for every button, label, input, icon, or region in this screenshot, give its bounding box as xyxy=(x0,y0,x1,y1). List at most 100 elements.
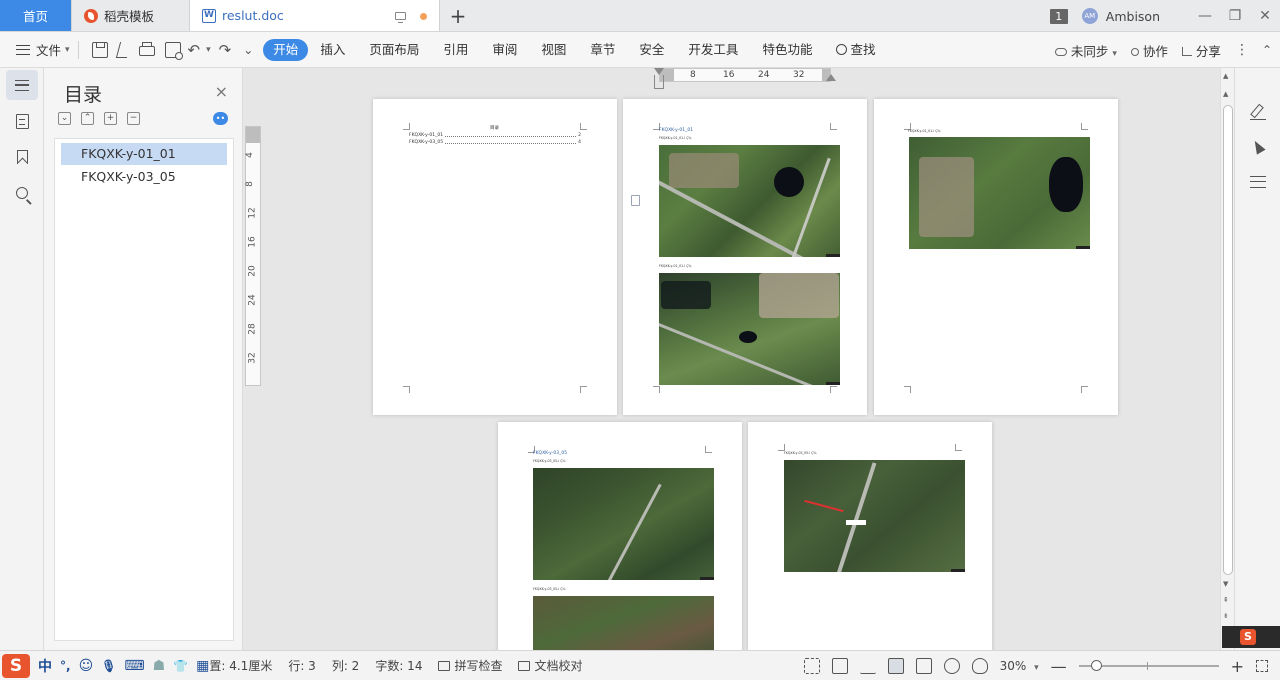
scrollbar-thumb[interactable] xyxy=(1223,105,1233,575)
remove-heading-icon[interactable]: − xyxy=(127,112,140,125)
smart-toc-icon[interactable]: •• xyxy=(213,112,228,125)
zoom-out-button[interactable]: — xyxy=(1051,657,1067,676)
user-icon[interactable]: ☗ xyxy=(153,658,166,674)
microphone-icon[interactable]: 🎙 xyxy=(101,659,116,673)
restore-button[interactable]: ❐ xyxy=(1220,8,1250,24)
print-preview-icon[interactable] xyxy=(164,41,183,60)
satellite-image[interactable] xyxy=(784,460,965,572)
menu-developer[interactable]: 开发工具 xyxy=(676,39,750,61)
add-heading-icon[interactable]: + xyxy=(104,112,117,125)
toc-item[interactable]: FKQXK-y-01_01 xyxy=(61,143,227,165)
sliders-icon[interactable] xyxy=(1250,176,1266,188)
redo-icon[interactable]: ↷ xyxy=(219,41,232,59)
page-1[interactable]: 目录 FKQXK-y-01_01 2 FKQXK-y-03_05 4 xyxy=(373,99,617,415)
proofread-button[interactable]: 文档校对 xyxy=(518,657,583,674)
fullscreen-icon[interactable] xyxy=(803,658,820,674)
user-name[interactable]: Ambison xyxy=(1106,9,1160,24)
satellite-image[interactable] xyxy=(909,137,1090,249)
menu-features[interactable]: 特色功能 xyxy=(750,39,824,61)
outline-view-icon[interactable] xyxy=(915,658,932,674)
window-count-badge[interactable]: 1 xyxy=(1049,8,1068,24)
file-menu[interactable]: 文件 ▾ xyxy=(16,40,70,59)
right-indent-marker[interactable] xyxy=(826,74,836,81)
satellite-image[interactable] xyxy=(659,145,840,257)
zoom-in-button[interactable]: + xyxy=(1231,657,1244,676)
grid-icon[interactable]: ▦ xyxy=(196,658,209,674)
write-mode-icon[interactable] xyxy=(859,658,876,674)
undo-dropdown-icon[interactable]: ▾ xyxy=(206,45,211,55)
first-line-indent-marker[interactable] xyxy=(654,68,664,75)
satellite-image[interactable] xyxy=(533,468,714,580)
keyboard-icon[interactable]: ⌨ xyxy=(124,658,144,674)
page-2[interactable]: FKQXK-y-01_01 FKQXK-y-01_01-ì Ç¾ FKQXK-y… xyxy=(623,99,867,415)
page-thumbnails-button[interactable] xyxy=(6,106,38,136)
add-tab-button[interactable]: + xyxy=(440,0,476,31)
ime-punct-toggle[interactable]: °, xyxy=(60,659,71,673)
scroll-up-icon[interactable]: ▲ xyxy=(1223,72,1228,80)
zoom-level[interactable]: 30% ▾ xyxy=(1000,659,1039,673)
page-toc-line[interactable]: FKQXK-y-01_01 2 xyxy=(409,133,581,139)
page-toc-line[interactable]: FKQXK-y-03_05 4 xyxy=(409,140,581,146)
avatar[interactable]: AM xyxy=(1081,8,1098,24)
collaborate-button[interactable]: 协作 xyxy=(1130,41,1168,60)
unsaved-dot-icon[interactable] xyxy=(420,12,427,20)
page-5[interactable]: FKQXK-y-03_05-ì Ç¾ xyxy=(748,422,992,650)
scroll-up-icon[interactable]: ▲ xyxy=(1223,90,1228,98)
collapse-all-icon[interactable]: ⌃ xyxy=(81,112,94,125)
print-icon[interactable] xyxy=(138,42,155,56)
menu-insert[interactable]: 插入 xyxy=(308,39,357,61)
menu-page-layout[interactable]: 页面布局 xyxy=(357,39,431,61)
share-button[interactable]: 分享 xyxy=(1181,41,1221,60)
document-canvas[interactable]: 目录 FKQXK-y-01_01 2 FKQXK-y-03_05 4 FKQXK-y… xyxy=(262,82,1220,650)
prev-page-icon[interactable]: ⇞ xyxy=(1223,596,1229,604)
toc-panel-button[interactable] xyxy=(6,70,38,100)
menu-section[interactable]: 章节 xyxy=(578,39,627,61)
web-view-icon[interactable] xyxy=(943,658,960,674)
scroll-down-icon[interactable]: ▼ xyxy=(1223,580,1228,588)
horizontal-ruler[interactable]: 8 16 24 32 xyxy=(659,68,831,82)
menu-home[interactable]: 开始 xyxy=(263,38,309,61)
sogou-ime-icon[interactable]: S xyxy=(1240,629,1256,645)
menu-find[interactable]: 查找 xyxy=(824,39,887,61)
next-page-icon[interactable]: ⇟ xyxy=(1223,612,1229,620)
menu-references[interactable]: 引用 xyxy=(431,39,480,61)
menu-security[interactable]: 安全 xyxy=(627,39,676,61)
sogou-logo-icon[interactable]: S xyxy=(2,653,30,678)
satellite-image[interactable] xyxy=(659,273,840,385)
zoom-slider-handle[interactable] xyxy=(1090,660,1102,671)
ime-chinese-toggle[interactable]: 中 xyxy=(38,656,52,676)
eye-protection-icon[interactable] xyxy=(971,658,988,674)
page-view-icon[interactable] xyxy=(887,658,904,674)
page-4[interactable]: FKQXK-y-03_05 FKQXK-y-03_05-ì Ç¾ FKQXK-y… xyxy=(498,422,742,650)
page-3[interactable]: FKQXK-y-01_01-ì Ç¾ xyxy=(874,99,1118,415)
more-options-icon[interactable]: ⋮ xyxy=(1235,42,1249,58)
undo-icon[interactable]: ↶ xyxy=(188,41,201,59)
paragraph-layout-icon[interactable] xyxy=(631,195,640,206)
skin-icon[interactable]: 👕 xyxy=(173,659,188,673)
vertical-scrollbar[interactable]: ▲ ▲ ▼ ⇞ ⇟ xyxy=(1220,68,1234,650)
close-icon[interactable]: × xyxy=(215,82,228,101)
vertical-ruler-track[interactable] xyxy=(245,126,261,386)
word-count[interactable]: 字数: 14 xyxy=(375,657,422,674)
minimize-button[interactable]: — xyxy=(1190,8,1220,24)
toc-item[interactable]: FKQXK-y-03_05 xyxy=(61,166,227,188)
fit-window-icon[interactable] xyxy=(1256,660,1268,672)
satellite-image[interactable] xyxy=(533,596,714,650)
pen-icon[interactable] xyxy=(1250,104,1266,120)
select-cursor-icon[interactable] xyxy=(1250,140,1266,156)
zoom-slider[interactable] xyxy=(1078,660,1219,671)
tab-template[interactable]: 稻壳模板 xyxy=(72,0,190,31)
emoji-icon[interactable]: ☺ xyxy=(79,658,94,674)
expand-all-icon[interactable]: ⌄ xyxy=(58,112,71,125)
tab-home[interactable]: 首页 xyxy=(0,0,72,31)
spellcheck-button[interactable]: 拼写检查 xyxy=(438,657,502,674)
format-painter-icon[interactable] xyxy=(115,41,131,58)
menu-view[interactable]: 视图 xyxy=(529,39,578,61)
reading-mode-icon[interactable] xyxy=(831,658,848,674)
tab-document[interactable]: W reslut.doc xyxy=(190,0,440,31)
collapse-ribbon-icon[interactable]: ⌃ xyxy=(1262,43,1272,57)
sync-status[interactable]: 未同步 ▾ xyxy=(1054,41,1117,60)
find-replace-button[interactable] xyxy=(6,178,38,208)
menu-review[interactable]: 审阅 xyxy=(480,39,529,61)
customize-toolbar-icon[interactable]: ⌄ xyxy=(243,43,253,57)
